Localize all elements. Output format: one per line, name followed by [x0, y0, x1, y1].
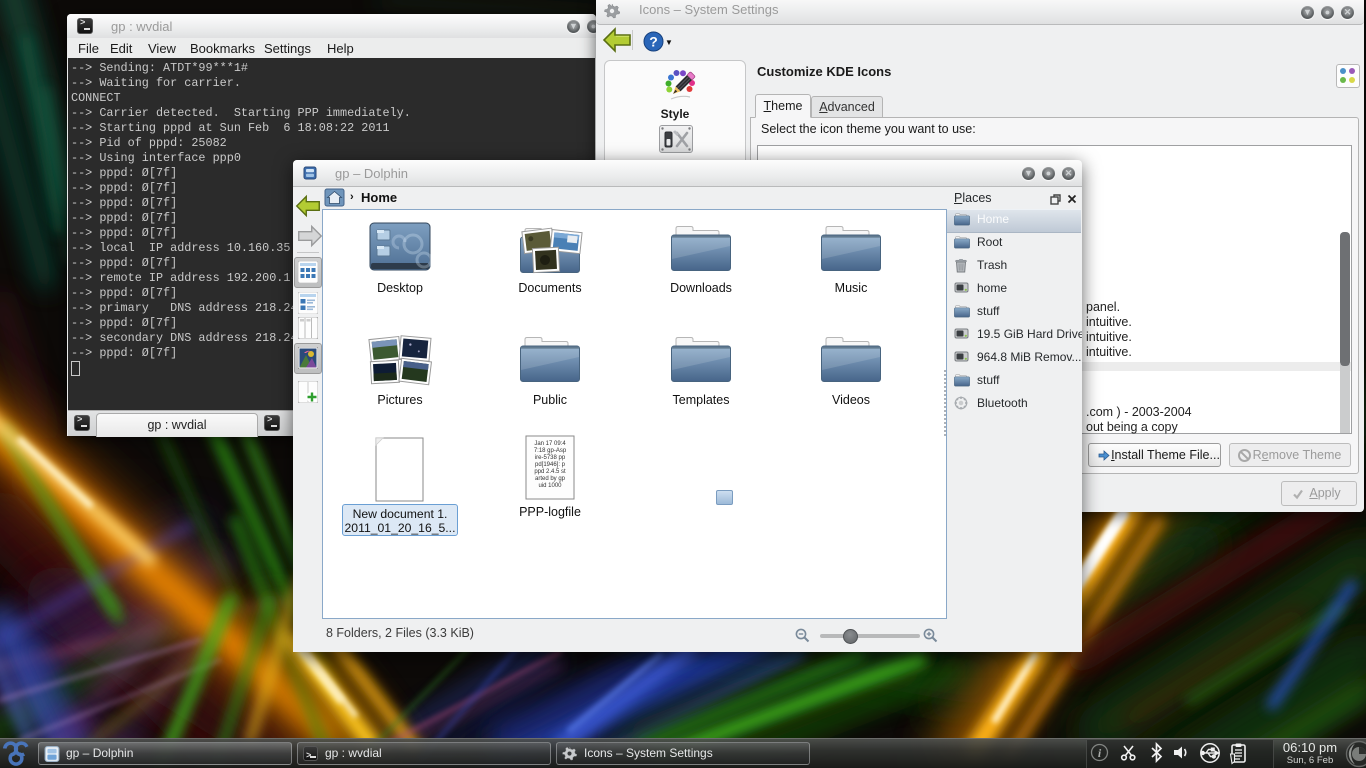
svg-text:pd[1946]: p: pd[1946]: p: [535, 462, 566, 468]
svg-text:ppd 2.4.5 st: ppd 2.4.5 st: [534, 469, 566, 475]
svg-text:Jan 17 09:4: Jan 17 09:4: [534, 441, 566, 447]
svg-text:7:18 gp-Asp: 7:18 gp-Asp: [534, 448, 567, 454]
svg-text:?: ?: [649, 34, 658, 50]
svg-text:i: i: [1098, 746, 1102, 760]
svg-text:ire-5738 pp: ire-5738 pp: [535, 455, 566, 461]
svg-text:uid 1000: uid 1000: [538, 483, 562, 489]
svg-text:arted by gp: arted by gp: [535, 476, 566, 482]
